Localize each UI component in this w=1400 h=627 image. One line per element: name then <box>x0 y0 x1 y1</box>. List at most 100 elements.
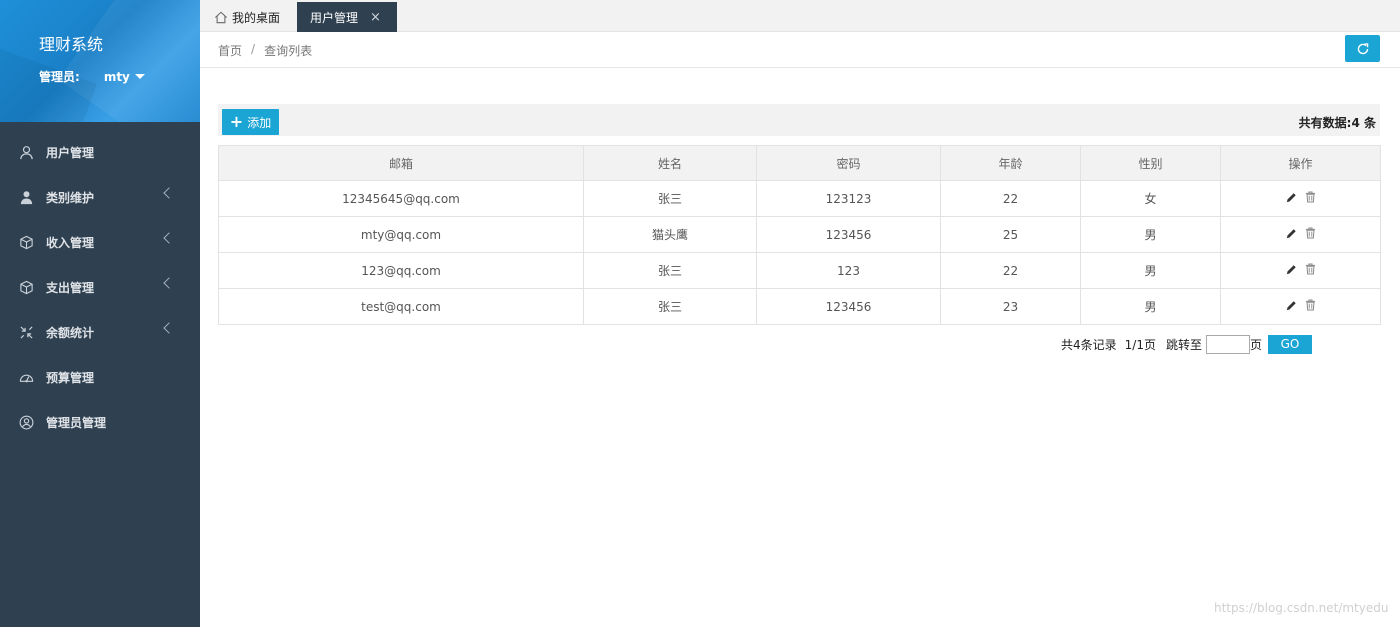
sidebar-item-label: 支出管理 <box>46 281 95 295</box>
sidebar-item-label: 预算管理 <box>46 371 95 385</box>
cube-icon <box>18 235 34 251</box>
tab-home[interactable]: 我的桌面 <box>214 2 280 32</box>
toolbar: + 添加 共有数据:4 条 <box>218 104 1380 136</box>
chevron-left-icon <box>163 232 175 244</box>
sidebar-menu: 用户管理 类别维护 收入管理 支出管理 余额统计 预算管理 管理员管理 <box>0 122 200 445</box>
user-circle-icon <box>18 415 34 431</box>
user-outline-icon <box>18 145 34 161</box>
pagination: 共4条记录 1/1页 跳转至 页 GO <box>1061 334 1312 354</box>
cell-age: 25 <box>940 216 1081 253</box>
sidebar: 理财系统 管理员: mty 用户管理 类别维护 收入管理 支出管理 余额统计 预… <box>0 0 200 627</box>
tab-label: 用户管理 <box>310 10 359 25</box>
cell-gender: 男 <box>1080 288 1221 325</box>
breadcrumb-separator: / <box>251 42 256 56</box>
cell-email: 12345645@qq.com <box>218 180 584 217</box>
record-count: 共4条记录 <box>1061 337 1117 352</box>
sidebar-item-admin[interactable]: 管理员管理 <box>0 400 200 445</box>
trash-icon[interactable] <box>1305 191 1316 203</box>
go-button[interactable]: GO <box>1268 334 1312 354</box>
user-table: 邮箱 姓名 密码 年龄 性别 操作 12345645@qq.com 张三 123… <box>218 145 1381 325</box>
edit-icon[interactable] <box>1286 228 1297 239</box>
cube-icon <box>18 280 34 296</box>
page-suffix: 页 <box>1249 337 1262 352</box>
sidebar-item-balance[interactable]: 余额统计 <box>0 310 200 355</box>
cell-gender: 男 <box>1080 216 1221 253</box>
cell-actions <box>1220 288 1381 325</box>
tab-label: 我的桌面 <box>232 10 281 25</box>
refresh-button[interactable] <box>1345 35 1380 62</box>
edit-icon[interactable] <box>1286 192 1297 203</box>
column-header-actions: 操作 <box>1220 145 1381 181</box>
cell-name: 猫头鹰 <box>583 216 757 253</box>
chevron-left-icon <box>163 322 175 334</box>
plus-icon: + <box>229 112 244 131</box>
cell-age: 22 <box>940 180 1081 217</box>
add-button-label: 添加 <box>247 115 272 130</box>
user-dropdown[interactable]: 管理员: mty <box>39 68 145 85</box>
cell-actions <box>1220 180 1381 217</box>
column-header-email: 邮箱 <box>218 145 584 181</box>
add-button[interactable]: + 添加 <box>222 109 279 135</box>
cell-gender: 男 <box>1080 252 1221 289</box>
compress-icon <box>18 325 34 341</box>
brand-header: 理财系统 管理员: mty <box>0 0 200 122</box>
sidebar-item-category[interactable]: 类别维护 <box>0 175 200 220</box>
sidebar-item-income[interactable]: 收入管理 <box>0 220 200 265</box>
gauge-icon <box>18 370 34 386</box>
jump-label: 跳转至 <box>1165 337 1202 352</box>
column-header-password: 密码 <box>756 145 941 181</box>
page-jump-input[interactable] <box>1205 334 1250 354</box>
refresh-icon <box>1357 42 1368 54</box>
column-header-name: 姓名 <box>583 145 757 181</box>
column-header-age: 年龄 <box>940 145 1081 181</box>
cell-name: 张三 <box>583 180 757 217</box>
cell-name: 张三 <box>583 252 757 289</box>
edit-icon[interactable] <box>1286 300 1297 311</box>
trash-icon[interactable] <box>1305 299 1316 311</box>
cell-password: 123 <box>756 252 941 289</box>
caret-down-icon <box>134 74 145 79</box>
watermark: https://blog.csdn.net/mtyedu <box>1214 601 1389 615</box>
sidebar-item-label: 收入管理 <box>46 236 95 250</box>
cell-name: 张三 <box>583 288 757 325</box>
cell-age: 23 <box>940 288 1081 325</box>
sidebar-item-label: 用户管理 <box>46 146 95 160</box>
user-label: 管理员: <box>39 70 80 84</box>
cell-actions <box>1220 252 1381 289</box>
breadcrumb-bar: 首页 / 查询列表 <box>200 32 1400 68</box>
table-row: 12345645@qq.com 张三 123123 22 女 <box>218 180 1381 217</box>
sidebar-item-user-management[interactable]: 用户管理 <box>0 130 200 175</box>
cell-age: 22 <box>940 252 1081 289</box>
home-icon <box>215 11 227 23</box>
close-icon[interactable]: × <box>370 10 381 25</box>
tab-user-management[interactable]: 用户管理 × <box>297 2 397 32</box>
cell-password: 123456 <box>756 288 941 325</box>
user-solid-icon <box>18 190 34 206</box>
edit-icon[interactable] <box>1286 264 1297 275</box>
breadcrumb-current: 查询列表 <box>264 44 313 58</box>
breadcrumb: 首页 / 查询列表 <box>218 42 312 59</box>
table-row: 123@qq.com 张三 123 22 男 <box>218 252 1381 289</box>
total-count: 共有数据:4 条 <box>1298 116 1376 130</box>
sidebar-item-expense[interactable]: 支出管理 <box>0 265 200 310</box>
breadcrumb-home[interactable]: 首页 <box>218 42 242 59</box>
chevron-left-icon <box>163 187 175 199</box>
app-title: 理财系统 <box>39 35 104 54</box>
table-row: mty@qq.com 猫头鹰 123456 25 男 <box>218 216 1381 253</box>
cell-password: 123456 <box>756 216 941 253</box>
table-header-row: 邮箱 姓名 密码 年龄 性别 操作 <box>218 145 1381 181</box>
sidebar-item-label: 类别维护 <box>46 191 95 205</box>
user-name: mty <box>103 69 130 84</box>
trash-icon[interactable] <box>1305 263 1316 275</box>
cell-gender: 女 <box>1080 180 1221 217</box>
sidebar-item-label: 余额统计 <box>46 326 95 340</box>
cell-email: mty@qq.com <box>218 216 584 253</box>
cell-email: test@qq.com <box>218 288 584 325</box>
cell-password: 123123 <box>756 180 941 217</box>
sidebar-item-budget[interactable]: 预算管理 <box>0 355 200 400</box>
tab-bar: 我的桌面 用户管理 × <box>200 0 1400 32</box>
table-row: test@qq.com 张三 123456 23 男 <box>218 288 1381 325</box>
cell-email: 123@qq.com <box>218 252 584 289</box>
column-header-gender: 性别 <box>1080 145 1221 181</box>
trash-icon[interactable] <box>1305 227 1316 239</box>
